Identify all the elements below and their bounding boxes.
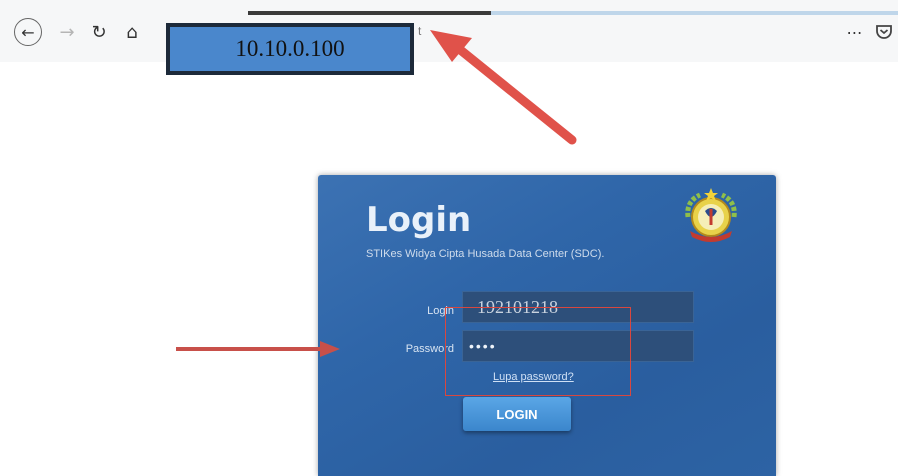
annotation-overlay [176, 30, 577, 357]
arrow-to-address-bar [430, 30, 577, 145]
arrow-to-password [176, 341, 340, 357]
